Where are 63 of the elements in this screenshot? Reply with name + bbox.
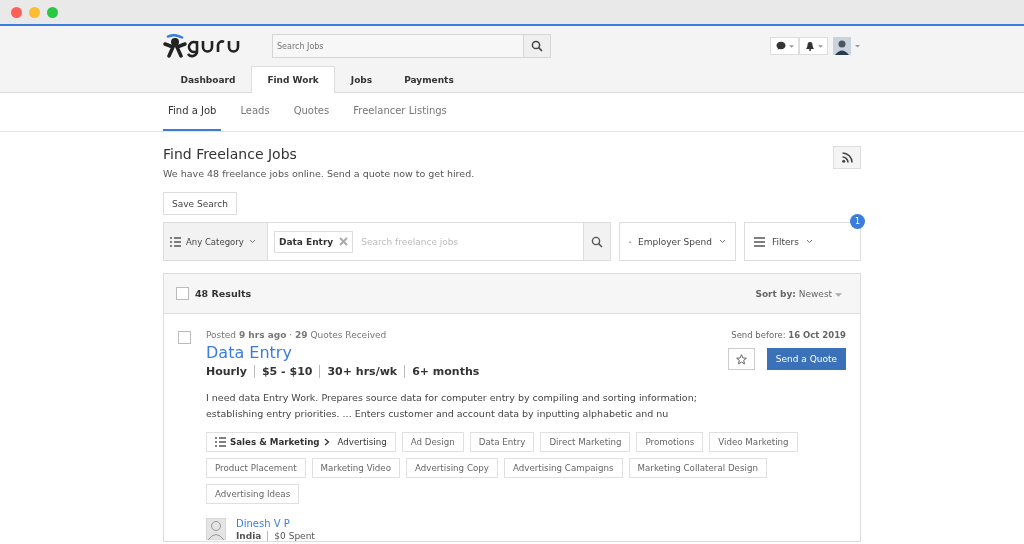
checkbox[interactable] bbox=[178, 331, 191, 344]
skill-tag[interactable]: Product Placement bbox=[206, 458, 306, 478]
search-field[interactable]: Search Jobs bbox=[272, 34, 524, 58]
nav-tab[interactable]: Find Work bbox=[251, 66, 335, 93]
category-tag[interactable]: Sales & Marketing Advertising bbox=[206, 432, 396, 452]
employer-country: India bbox=[236, 531, 262, 541]
skill-tag[interactable]: Advertising Campaigns bbox=[503, 458, 623, 478]
nav-tab[interactable]: Payments bbox=[388, 66, 470, 92]
chevron-down-icon bbox=[719, 239, 726, 244]
sliders-icon bbox=[754, 236, 765, 247]
send-before-date: Send before: 16 Oct 2019 bbox=[731, 330, 846, 340]
job-title-link[interactable]: Data Entry bbox=[206, 343, 480, 362]
caret-icon bbox=[788, 44, 794, 48]
sub-tab[interactable]: Quotes bbox=[288, 93, 335, 131]
nav-tab[interactable]: Dashboard bbox=[164, 66, 252, 92]
job-description: I need data Entry Work. Prepares source data for computer entry by compiling and sorting information; establishing entry priorities. ... Enters customer and account data by inputting alphabetic and nu bbox=[206, 391, 698, 421]
sort-dropdown[interactable]: Sort by: Newest bbox=[749, 287, 848, 300]
search-icon bbox=[531, 40, 543, 52]
nav-tab[interactable]: Jobs bbox=[334, 66, 389, 92]
skill-tag[interactable]: Advertising Ideas bbox=[206, 484, 300, 504]
job-meta: 30+ hrs/wk bbox=[319, 365, 398, 378]
posted-info: Posted 9 hrs ago · 29 Quotes Received bbox=[206, 330, 388, 340]
rss-icon bbox=[841, 152, 853, 163]
chevron-down-icon bbox=[806, 239, 813, 244]
results-count: 48 Results bbox=[195, 288, 252, 299]
skill-tag[interactable]: Data Entry bbox=[469, 432, 535, 452]
messages-button[interactable] bbox=[770, 37, 799, 55]
skill-tag[interactable]: Direct Marketing bbox=[540, 432, 631, 452]
star-button[interactable] bbox=[727, 348, 755, 370]
sub-tab[interactable]: Leads bbox=[235, 93, 275, 131]
checkbox[interactable] bbox=[176, 287, 189, 300]
search-button[interactable] bbox=[524, 34, 551, 58]
skill-tag[interactable]: Marketing Collateral Design bbox=[628, 458, 767, 478]
page-title: Find Freelance Jobs bbox=[163, 146, 298, 162]
save-search-button[interactable]: Save Search bbox=[163, 192, 237, 215]
bell-icon bbox=[804, 41, 815, 51]
skill-tag[interactable]: Advertising Copy bbox=[406, 458, 498, 478]
page-subtitle: We have 48 freelance jobs online. Send a quote now to get hired. bbox=[163, 168, 475, 179]
avatar-icon[interactable] bbox=[833, 37, 861, 55]
send-quote-button[interactable]: Send a Quote bbox=[766, 348, 846, 370]
job-meta: Hourly bbox=[206, 365, 247, 378]
skill-tag[interactable]: Video Marketing bbox=[709, 432, 798, 452]
list-icon bbox=[215, 437, 226, 447]
employer-spend-dropdown[interactable]: Employer Spend bbox=[619, 222, 736, 261]
star-icon bbox=[735, 353, 747, 365]
sub-tab[interactable]: Find a Job bbox=[163, 93, 222, 131]
skill-tag[interactable]: Ad Design bbox=[401, 432, 464, 452]
chat-bubble-icon bbox=[775, 41, 786, 51]
job-meta: 6+ months bbox=[404, 365, 480, 378]
employer-name-link[interactable]: Dinesh V P bbox=[236, 518, 290, 529]
employer-spent: $0 Spent bbox=[267, 531, 315, 541]
rss-button[interactable] bbox=[833, 146, 861, 169]
chevron-right-icon bbox=[323, 438, 330, 446]
caret-icon bbox=[817, 44, 823, 48]
category-name: Sales & Marketing bbox=[230, 437, 320, 447]
subcategory-name: Advertising bbox=[337, 437, 387, 447]
skill-tag[interactable]: Promotions bbox=[636, 432, 704, 452]
count-badge: 1 bbox=[850, 214, 865, 229]
notifications-button[interactable] bbox=[799, 37, 828, 55]
caret-icon bbox=[835, 292, 842, 297]
sub-tab[interactable]: Freelancer Listings bbox=[348, 93, 452, 131]
job-meta: $5 - $10 bbox=[253, 365, 313, 378]
skill-tag[interactable]: Marketing Video bbox=[311, 458, 400, 478]
